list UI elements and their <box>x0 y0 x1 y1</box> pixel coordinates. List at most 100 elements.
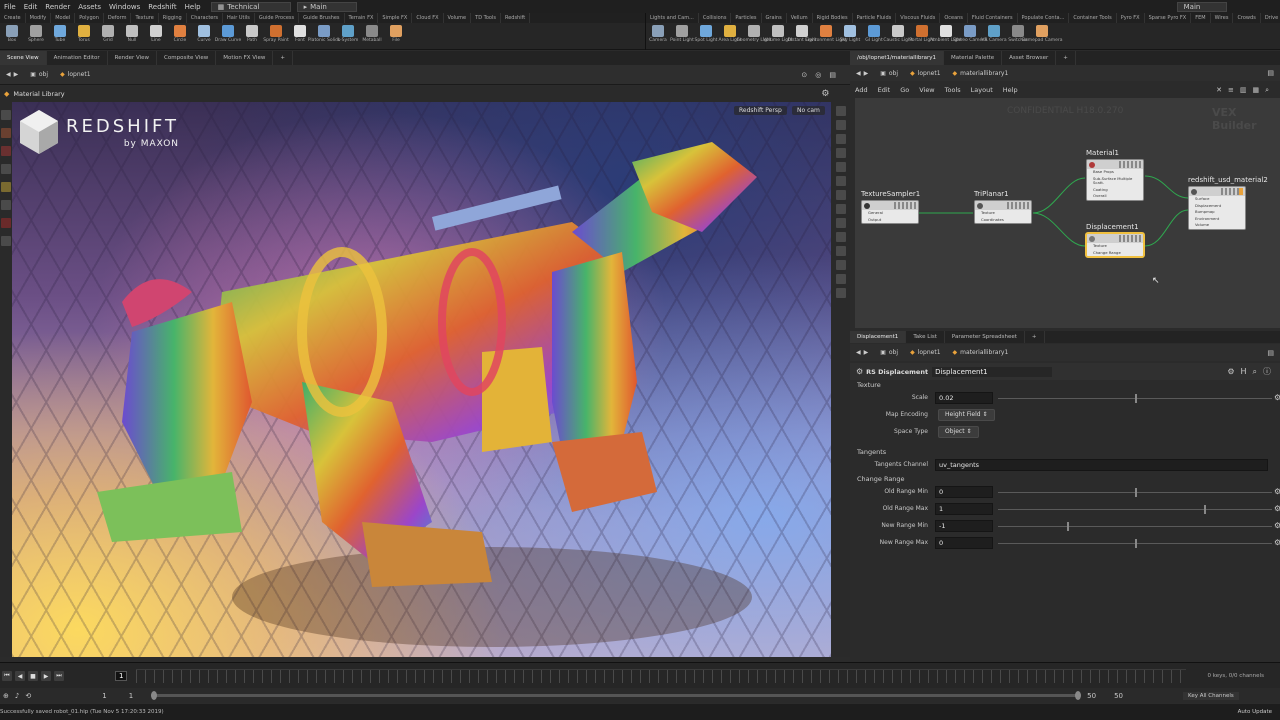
shelf-tab[interactable]: Deform <box>104 13 132 23</box>
tab-motion-fx-view[interactable]: Motion FX View <box>216 51 274 65</box>
shelf-tool[interactable]: Platonic Solids <box>308 25 340 43</box>
pane-menu-icon[interactable]: ▤ <box>1267 349 1274 357</box>
shelf-tab[interactable]: Vellum <box>787 13 813 23</box>
loop-icon[interactable]: ⟲ <box>25 692 31 700</box>
forward-arrow-icon[interactable]: ▶ <box>864 70 869 77</box>
light-icon[interactable] <box>835 162 846 172</box>
shelf-tab[interactable]: Oceans <box>940 13 968 23</box>
tab-asset-browser[interactable]: Asset Browser <box>1002 51 1057 65</box>
tab-displacement1[interactable]: Displacement1 <box>850 331 907 343</box>
menu-edit[interactable]: Edit <box>20 3 42 11</box>
shelf-tool[interactable]: Torus <box>72 25 96 43</box>
add-tab-icon[interactable]: + <box>273 51 293 65</box>
render-viewport[interactable]: REDSHIFT by MAXON Redshift Persp No cam <box>12 102 831 657</box>
link-icon[interactable]: ◎ <box>815 71 821 79</box>
shelf-tab[interactable]: Rigging <box>159 13 187 23</box>
paint-tool-icon[interactable] <box>1 218 11 228</box>
node-material[interactable]: Material1 Base Props Sub-Surface Multipl… <box>1086 149 1144 201</box>
view-tool-icon[interactable] <box>1 236 11 246</box>
jump-start-icon[interactable]: ⏮ <box>2 671 12 681</box>
handle-tool-icon[interactable] <box>1 182 11 192</box>
current-frame-field[interactable]: 1 <box>115 671 128 681</box>
scale-slider[interactable] <box>998 394 1272 403</box>
new-range-min-field[interactable]: -1 <box>935 520 993 532</box>
stop-render-icon[interactable] <box>835 288 846 298</box>
pin-icon[interactable]: ⊙ <box>801 71 807 79</box>
shelf-tab[interactable]: Pyro FX <box>1117 13 1145 23</box>
frame-ruler[interactable] <box>136 669 1187 683</box>
shelf-tool[interactable]: Camera <box>646 25 670 43</box>
auto-update-button[interactable]: Auto Update <box>1238 709 1272 715</box>
map-encoding-dropdown[interactable]: Height Field ⇕ <box>938 409 995 421</box>
shelf-tool[interactable]: Volume Light <box>763 25 793 43</box>
shelf-tab[interactable]: Polygon <box>75 13 104 23</box>
grid-icon[interactable] <box>835 204 846 214</box>
shelf-tab[interactable]: Simple FX <box>378 13 413 23</box>
scale-tool-icon[interactable] <box>1 164 11 174</box>
shelf-tab[interactable]: Create <box>0 13 26 23</box>
shelf-tab[interactable]: Particles <box>731 13 762 23</box>
slider-handle[interactable] <box>1066 522 1069 531</box>
shelf-tool[interactable]: Null <box>120 25 144 43</box>
old-range-max-slider[interactable] <box>998 505 1272 514</box>
menu-file[interactable]: File <box>0 3 20 11</box>
shelf-tab[interactable]: Viscous Fluids <box>896 13 941 23</box>
shelf-tab[interactable]: Guide Process <box>255 13 300 23</box>
back-arrow-icon[interactable]: ◀ <box>6 71 11 78</box>
lock-icon[interactable] <box>835 106 846 116</box>
search-icon[interactable]: ⌕ <box>1253 367 1257 377</box>
pose-tool-icon[interactable] <box>1 200 11 210</box>
range-start-field-2[interactable]: 1 <box>129 692 133 700</box>
range-end-field[interactable]: 50 <box>1087 692 1096 700</box>
shelf-tab[interactable]: Container Tools <box>1069 13 1117 23</box>
shelf-tab[interactable]: FEM <box>1191 13 1211 23</box>
net-menu-go[interactable]: Go <box>895 86 914 94</box>
old-range-min-field[interactable]: 0 <box>935 486 993 498</box>
gear-icon[interactable]: ⚙ <box>1227 367 1234 376</box>
path-obj[interactable]: ▣ obj <box>874 70 904 77</box>
shelf-tab[interactable]: Modify <box>26 13 52 23</box>
slider-handle[interactable] <box>1203 505 1206 514</box>
tangents-channel-field[interactable]: uv_tangents <box>935 459 1268 471</box>
camera-icon[interactable] <box>835 176 846 186</box>
right-main-select[interactable]: Main <box>1176 1 1227 12</box>
move-tool-icon[interactable] <box>1 128 11 138</box>
net-menu-view[interactable]: View <box>914 86 939 94</box>
list-icon[interactable]: ≡ <box>1228 86 1234 94</box>
shelf-tab[interactable]: Guide Brushes <box>299 13 345 23</box>
desktop-select[interactable]: ▦ Technical <box>210 1 291 12</box>
path-materiallibrary[interactable]: ◆ materiallibrary1 <box>947 70 1015 77</box>
slider-handle[interactable] <box>1135 394 1137 403</box>
shelf-tab[interactable]: Wires <box>1211 13 1234 23</box>
tab-network-path[interactable]: /obj/lopnet1/materiallibrary1 <box>850 51 945 65</box>
node-redshift-usd-material[interactable]: redshift_usd_material2 Surface Displacem… <box>1188 176 1268 230</box>
slider-handle[interactable] <box>1135 539 1137 548</box>
shelf-tab[interactable]: Volume <box>444 13 472 23</box>
pane-menu-icon[interactable]: ▤ <box>829 71 836 79</box>
visibility-icon[interactable] <box>835 232 846 242</box>
keyframe-gear-icon[interactable]: ⚙ <box>1274 538 1280 547</box>
shelf-tool[interactable]: Box <box>0 25 24 43</box>
shelf-tool[interactable]: File <box>384 25 408 43</box>
path-obj[interactable]: ▣ obj <box>24 71 54 78</box>
path-materiallibrary[interactable]: ◆ materiallibrary1 <box>947 349 1015 356</box>
wrench-icon[interactable]: ✕ <box>1216 86 1222 94</box>
audio-icon[interactable]: ♪ <box>15 692 19 700</box>
shelf-tool[interactable]: Point Light <box>670 25 694 43</box>
range-slider-handle-end[interactable] <box>1075 691 1082 700</box>
shelf-tool[interactable]: Spot Light <box>694 25 718 43</box>
shelf-tool[interactable]: Circle <box>168 25 192 43</box>
scale-field[interactable]: 0.02 <box>935 392 993 404</box>
shelf-tab[interactable]: TD Tools <box>471 13 501 23</box>
select-tool-icon[interactable] <box>1 110 11 120</box>
shelf-tab[interactable]: Cloud FX <box>412 13 444 23</box>
shelf-tool[interactable]: Caustic Light <box>883 25 913 43</box>
menu-help[interactable]: Help <box>181 3 205 11</box>
tab-take-list[interactable]: Take List <box>906 331 945 343</box>
path-obj[interactable]: ▣ obj <box>874 349 904 356</box>
search-icon[interactable]: ⌕ <box>1265 86 1269 95</box>
node-triplanar[interactable]: TriPlanar1 Texture Coordinates <box>974 190 1032 225</box>
cam-menu[interactable]: No cam <box>792 106 825 115</box>
net-menu-help[interactable]: Help <box>998 86 1023 94</box>
node-texturesampler[interactable]: TextureSampler1 General Output <box>861 190 920 225</box>
